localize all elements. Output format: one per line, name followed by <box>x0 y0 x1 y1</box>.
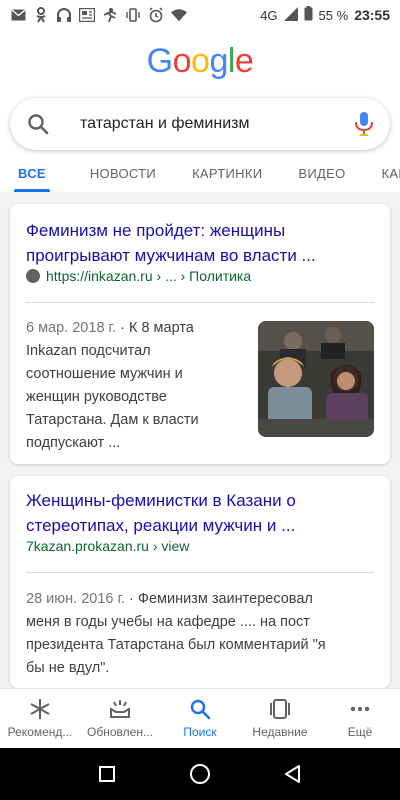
nav-recent[interactable]: Недавние <box>240 689 320 748</box>
result-date: 6 мар. 2018 г. <box>26 320 117 336</box>
updates-icon <box>108 697 132 721</box>
search-icon <box>188 697 212 721</box>
nav-label: Рекоменд... <box>7 725 73 739</box>
search-result-card[interactable]: Женщины-феминистки в Казани о стереотипа… <box>10 476 390 688</box>
search-icon[interactable] <box>26 112 50 136</box>
search-header: Google татарстан и феминизм ВСЕ НОВОСТИ … <box>0 30 400 192</box>
logo-letter: o <box>172 42 192 80</box>
divider <box>26 302 374 303</box>
logo-letter: l <box>227 42 236 80</box>
search-box[interactable]: татарстан и феминизм <box>10 98 390 150</box>
snippet-line: Феминизм заинтересовал <box>137 591 313 607</box>
news-icon <box>79 7 95 23</box>
recent-icon <box>268 697 292 721</box>
more-icon <box>348 697 372 721</box>
snippet-line: соотношение мужчин и <box>26 366 183 382</box>
logo-letter: G <box>146 42 173 80</box>
tab-all[interactable]: ВСЕ <box>14 160 50 192</box>
nav-updates[interactable]: Обновлен... <box>80 689 160 748</box>
snippet-line: меня в годы учебы на кафедре .... на пос… <box>26 614 310 630</box>
divider <box>26 572 374 573</box>
clock: 23:55 <box>354 7 390 23</box>
google-logo[interactable]: Google <box>0 42 400 81</box>
search-result-card[interactable]: Феминизм не пройдет: женщины проигрывают… <box>10 204 390 464</box>
snippet-line: К 8 марта <box>128 320 194 336</box>
result-url-text[interactable]: https://inkazan.ru › ... › Политика <box>46 268 251 284</box>
odnoklassniki-icon <box>33 7 49 23</box>
snippet-line: женщин руководстве <box>26 389 167 405</box>
snippet-line: бы не вдул". <box>26 660 110 676</box>
nav-label: Поиск <box>183 725 217 739</box>
battery-percent: 55 % <box>318 7 349 23</box>
tab-maps[interactable]: КАРТ <box>382 160 400 192</box>
vibrate-icon <box>125 7 141 23</box>
result-title-link[interactable]: Женщины-феминистки в Казани о стереотипа… <box>26 488 374 538</box>
headset-icon <box>56 7 72 23</box>
alarm-icon <box>148 7 164 23</box>
snippet-line: Inkazan подсчитал <box>26 343 151 359</box>
asterisk-icon <box>28 697 52 721</box>
snippet-line: Татарстана. Дам к власти <box>26 412 199 428</box>
result-url[interactable]: 7kazan.prokazan.ru › view <box>26 538 189 554</box>
result-date: 28 июн. 2016 г. <box>26 591 126 607</box>
nav-discover[interactable]: Рекоменд... <box>0 689 80 748</box>
system-navigation-bar <box>0 748 400 800</box>
logo-letter: g <box>209 42 228 80</box>
result-url[interactable]: https://inkazan.ru › ... › Политика <box>26 268 251 284</box>
nav-search[interactable]: Поиск <box>160 689 240 748</box>
logo-letter: o <box>191 42 210 80</box>
site-favicon-icon <box>26 269 40 283</box>
home-circle-icon[interactable] <box>188 762 212 786</box>
result-title-line[interactable]: Феминизм не пройдет: женщины <box>26 218 374 243</box>
result-title-line[interactable]: Женщины-феминистки в Казани о <box>26 488 374 513</box>
activity-icon <box>102 7 118 23</box>
result-thumbnail[interactable] <box>258 321 374 437</box>
nav-more[interactable]: Ещё <box>320 689 400 748</box>
microphone-icon[interactable] <box>354 111 374 137</box>
tab-news[interactable]: НОВОСТИ <box>90 160 156 192</box>
tab-images[interactable]: КАРТИНКИ <box>192 160 262 192</box>
recents-square-icon[interactable] <box>95 762 119 786</box>
search-tabs: ВСЕ НОВОСТИ КАРТИНКИ ВИДЕО КАРТ <box>0 160 400 192</box>
result-url-text[interactable]: 7kazan.prokazan.ru › view <box>26 538 189 554</box>
nav-label: Недавние <box>252 725 308 739</box>
snippet-line: подпускают ... <box>26 435 121 451</box>
battery-icon <box>304 6 313 24</box>
bottom-navigation: Рекоменд... Обновлен... Поиск Недавние Е… <box>0 688 400 748</box>
logo-letter: e <box>234 42 254 80</box>
network-type: 4G <box>260 7 278 23</box>
result-snippet: 28 июн. 2016 г. · Феминизм заинтересовал… <box>26 588 376 680</box>
status-bar: 4G 55 % 23:55 <box>0 0 400 30</box>
mail-icon <box>10 7 26 23</box>
nav-label: Обновлен... <box>87 725 153 739</box>
nav-label: Ещё <box>347 725 373 739</box>
result-snippet: 6 мар. 2018 г. · К 8 марта Inkazan подсч… <box>26 317 256 455</box>
result-title-link[interactable]: Феминизм не пройдет: женщины проигрывают… <box>26 218 374 268</box>
back-triangle-icon[interactable] <box>281 762 305 786</box>
search-query[interactable]: татарстан и феминизм <box>80 115 354 133</box>
tab-video[interactable]: ВИДЕО <box>298 160 345 192</box>
signal-icon <box>283 6 298 24</box>
result-title-line[interactable]: проигрывают мужчинам во власти ... <box>26 243 374 268</box>
result-title-line[interactable]: стереотипах, реакции мужчин и ... <box>26 513 374 538</box>
snippet-line: президента Татарстана был комментарий "я <box>26 637 326 653</box>
wifi-icon <box>171 7 187 23</box>
